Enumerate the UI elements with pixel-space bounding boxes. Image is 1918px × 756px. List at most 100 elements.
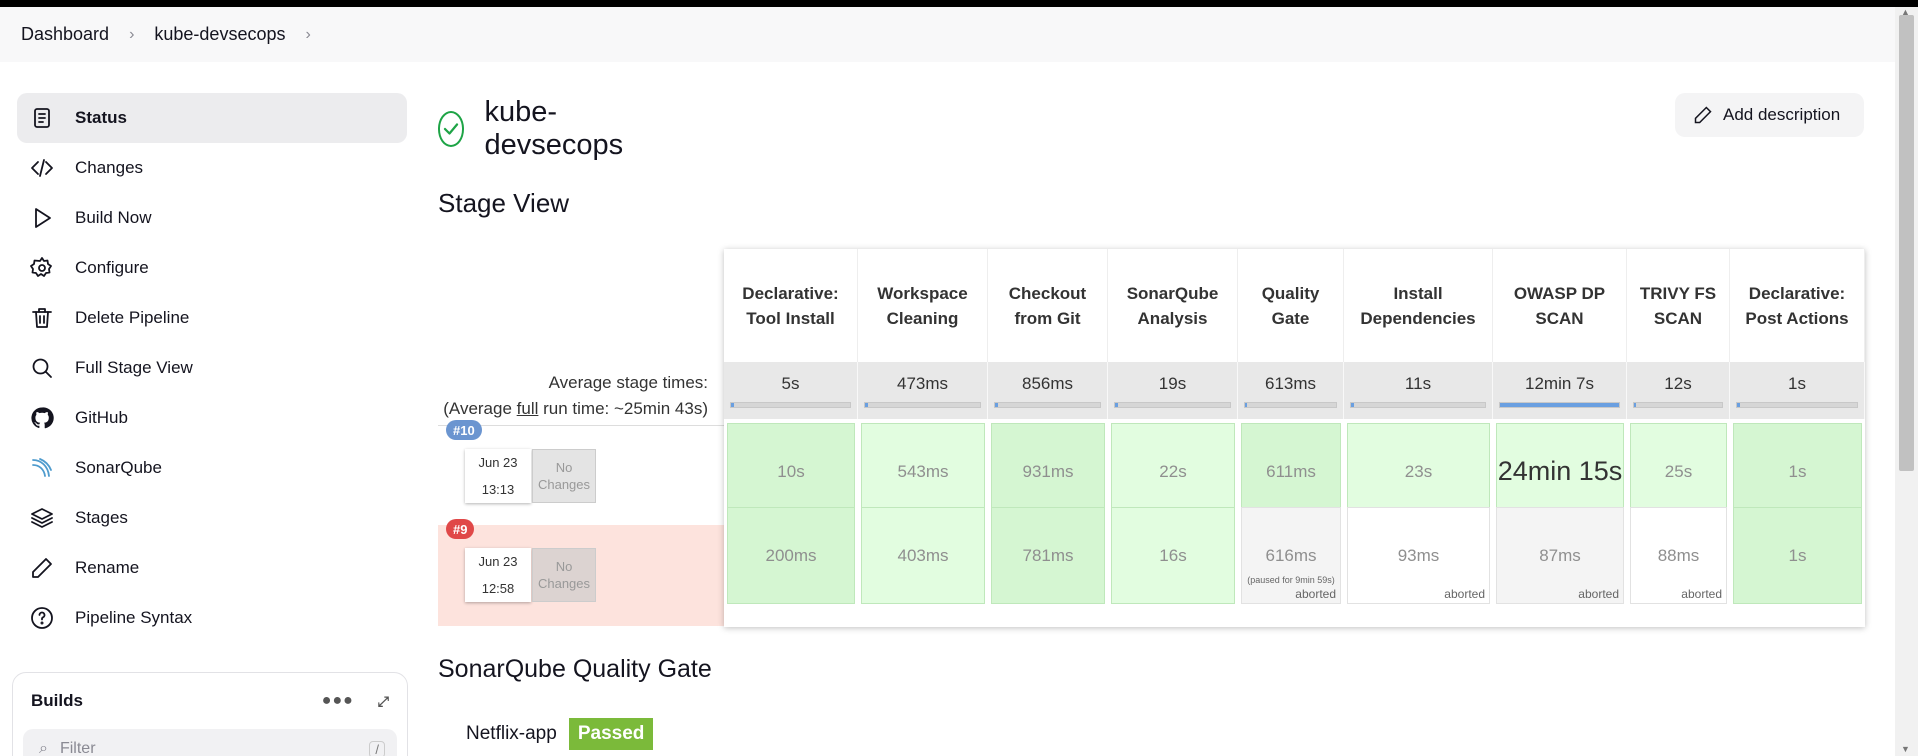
stage-cell[interactable]: 24min 15s xyxy=(1496,423,1624,520)
stage-cell[interactable]: 931ms xyxy=(991,423,1105,520)
stage-average-time: 856ms xyxy=(988,362,1108,419)
sidebar-item-stages[interactable]: Stages xyxy=(17,493,407,543)
sidebar-item-configure[interactable]: Configure xyxy=(17,243,407,293)
build-row-10[interactable]: #10 Jun 23 13:13 No Changes xyxy=(438,420,724,526)
stage-cell[interactable]: 200ms xyxy=(727,507,855,604)
stage-cell[interactable]: 10s xyxy=(727,423,855,520)
scrollbar-thumb[interactable] xyxy=(1899,15,1914,471)
stage-cell[interactable]: 25s xyxy=(1630,423,1727,520)
build-number-badge[interactable]: #9 xyxy=(446,519,475,539)
stage-cell[interactable]: 23s xyxy=(1347,423,1490,520)
scrollbar[interactable]: ▲ ▼ xyxy=(1895,7,1918,756)
sidebar-item-label: Pipeline Syntax xyxy=(75,608,193,627)
sidebar-item-pipeline-syntax[interactable]: Pipeline Syntax xyxy=(17,593,407,643)
aborted-label: aborted xyxy=(1444,587,1485,601)
stage-column: Checkout from Git 856ms 931ms 781ms xyxy=(988,249,1108,627)
stage-average-bar xyxy=(1244,402,1337,408)
sonarqube-gate-title: SonarQube Quality Gate xyxy=(438,655,712,683)
search-icon: ⌕ xyxy=(39,740,48,756)
stage-cell[interactable]: 22s xyxy=(1111,423,1235,520)
build-date: Jun 23 13:13 xyxy=(465,449,531,503)
stage-header: Declarative: Tool Install xyxy=(724,249,858,362)
stage-column: OWASP DP SCAN 12min 7s 24min 15s 87ms aborte… xyxy=(1493,249,1627,627)
stage-header: Quality Gate xyxy=(1238,249,1344,362)
add-description-button[interactable]: Add description xyxy=(1675,93,1864,137)
gear-icon xyxy=(29,255,55,281)
changes-box[interactable]: No Changes xyxy=(532,449,596,503)
stage-average-bar xyxy=(864,402,981,408)
sidebar-item-delete-pipeline[interactable]: Delete Pipeline xyxy=(17,293,407,343)
stage-average-bar xyxy=(1114,402,1231,408)
breadcrumb-dashboard[interactable]: Dashboard xyxy=(21,24,109,45)
stage-average-time: 473ms xyxy=(858,362,988,419)
chevron-right-icon[interactable]: › xyxy=(305,26,310,44)
stage-cell[interactable]: 1s xyxy=(1733,507,1862,604)
build-row-9[interactable]: #9 Jun 23 12:58 No Changes xyxy=(438,519,724,626)
sidebar: Status Changes Build Now Configure Delet… xyxy=(17,93,407,643)
stage-header: Install Dependencies xyxy=(1344,249,1493,362)
more-options-icon[interactable]: ●●● xyxy=(322,692,354,710)
sidebar-item-github[interactable]: GitHub xyxy=(17,393,407,443)
stage-column: Workspace Cleaning 473ms 543ms 403ms xyxy=(858,249,988,627)
stage-cell[interactable]: 88ms aborted xyxy=(1630,507,1727,604)
stage-cell[interactable]: 781ms xyxy=(991,507,1105,604)
scroll-down-arrow-icon[interactable]: ▼ xyxy=(1901,744,1910,754)
sidebar-item-sonarqube[interactable]: SonarQube xyxy=(17,443,407,493)
stage-cell[interactable]: 87ms aborted xyxy=(1496,507,1624,604)
stage-column: Declarative: Post Actions 1s 1s 1s xyxy=(1730,249,1865,627)
avg-run-time: (Average full run time: ~25min 43s) xyxy=(443,399,708,418)
stage-average-time: 12s xyxy=(1627,362,1730,419)
stage-cell[interactable]: 93ms aborted xyxy=(1347,507,1490,604)
stage-average-time: 12min 7s xyxy=(1493,362,1627,419)
stage-header: SonarQube Analysis xyxy=(1108,249,1238,362)
add-description-label: Add description xyxy=(1723,105,1841,124)
stage-column: SonarQube Analysis 19s 22s 16s xyxy=(1108,249,1238,627)
sidebar-item-label: Stages xyxy=(75,508,128,527)
sidebar-item-rename[interactable]: Rename xyxy=(17,543,407,593)
stage-average-time: 1s xyxy=(1730,362,1865,419)
stage-average-bar xyxy=(994,402,1101,408)
sonarqube-gate-row: Netflix-app Passed xyxy=(466,718,654,750)
build-date: Jun 23 12:58 xyxy=(465,548,531,602)
builds-filter-input[interactable]: ⌕ Filter / xyxy=(23,729,397,756)
stage-header: Workspace Cleaning xyxy=(858,249,988,362)
search-icon xyxy=(29,355,55,381)
play-icon xyxy=(29,205,55,231)
stage-average-bar xyxy=(1350,402,1486,408)
github-icon xyxy=(29,405,55,431)
stage-column: Quality Gate 613ms 611ms 616ms (paused for 9… xyxy=(1238,249,1344,627)
filter-shortcut-hint: / xyxy=(369,740,385,756)
paused-note: (paused for 9min 59s) xyxy=(1247,575,1335,585)
sonarqube-project-link[interactable]: Netflix-app xyxy=(466,723,557,745)
stage-header: Declarative: Post Actions xyxy=(1730,249,1865,362)
sidebar-item-label: Full Stage View xyxy=(75,358,193,377)
stage-cell[interactable]: 616ms (paused for 9min 59s) aborted xyxy=(1241,507,1341,604)
build-number-badge[interactable]: #10 xyxy=(446,420,482,440)
stage-average-time: 613ms xyxy=(1238,362,1344,419)
sidebar-item-label: Status xyxy=(75,108,127,127)
changes-box[interactable]: No Changes xyxy=(532,548,596,602)
status-icon xyxy=(29,105,55,131)
sidebar-item-status[interactable]: Status xyxy=(17,93,407,143)
sidebar-item-full-stage-view[interactable]: Full Stage View xyxy=(17,343,407,393)
sidebar-item-label: Rename xyxy=(75,558,140,577)
stage-cell[interactable]: 1s xyxy=(1733,423,1862,520)
stage-header: OWASP DP SCAN xyxy=(1493,249,1627,362)
sidebar-item-changes[interactable]: Changes xyxy=(17,143,407,193)
stage-column: Declarative: Tool Install 5s 10s 200ms xyxy=(724,249,858,627)
stage-average-time: 11s xyxy=(1344,362,1493,419)
stage-cell[interactable]: 611ms xyxy=(1241,423,1341,520)
expand-icon[interactable]: ⤢ xyxy=(378,693,389,710)
sidebar-item-build-now[interactable]: Build Now xyxy=(17,193,407,243)
trash-icon xyxy=(29,305,55,331)
stage-view-table: Declarative: Tool Install 5s 10s 200ms Works… xyxy=(724,249,1865,627)
stage-column: TRIVY FS SCAN 12s 25s 88ms aborted xyxy=(1627,249,1730,627)
pencil-icon xyxy=(1694,106,1712,124)
stage-cell[interactable]: 543ms xyxy=(861,423,985,520)
full-run-link[interactable]: full xyxy=(517,399,539,418)
builds-panel: Builds ●●● ⤢ ⌕ Filter / xyxy=(12,672,408,756)
sidebar-item-label: Changes xyxy=(75,158,144,177)
stage-cell[interactable]: 16s xyxy=(1111,507,1235,604)
stage-cell[interactable]: 403ms xyxy=(861,507,985,604)
breadcrumb-job[interactable]: kube-devsecops xyxy=(154,24,285,45)
